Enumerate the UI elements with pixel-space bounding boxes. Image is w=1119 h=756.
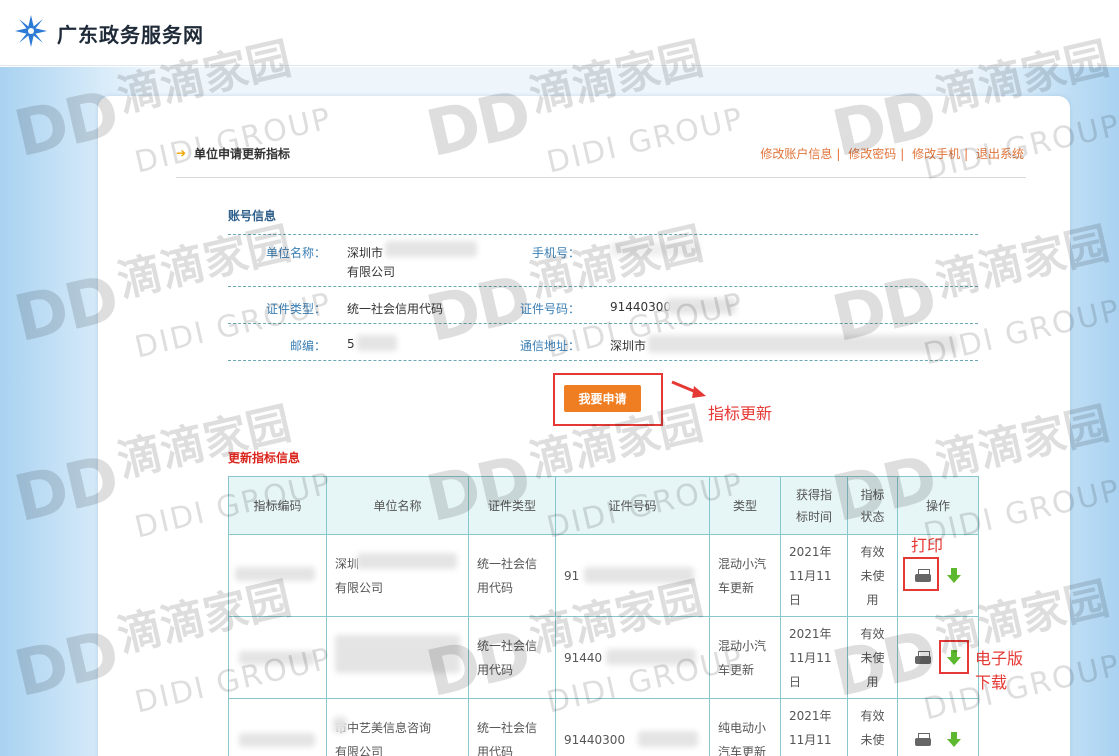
update-table: 指标编码 单位名称 证件类型 证件号码 类型 获得指 标时间 指标 状态 操作 深圳… <box>228 476 979 756</box>
cert-type-cell: 统一社会信 用代码 <box>468 698 556 756</box>
table-row: 深圳 有限公司 统一社会信 用代码 91 混动小汽 车更新 2021年 11月11日 有… <box>228 534 979 617</box>
index-code-cell <box>228 698 327 756</box>
cert-no-cell: 91440 <box>555 616 710 699</box>
type-cell: 纯电动小 汽车更新 <box>709 698 781 756</box>
account-links: 修改账户信息 | 修改密码 | 修改手机 | 退出系统 <box>760 147 1024 161</box>
edit-account-link[interactable]: 修改账户信息 <box>760 147 832 161</box>
cert-type-label: 证件类型： <box>265 302 326 316</box>
change-phone-link[interactable]: 修改手机 <box>912 147 960 161</box>
type-cell: 混动小汽 车更新 <box>709 616 781 699</box>
download-annotation-line1: 电子版 <box>975 649 1024 668</box>
download-icon[interactable] <box>947 567 961 584</box>
logout-link[interactable]: 退出系统 <box>976 147 1024 161</box>
print-icon[interactable] <box>915 732 931 747</box>
print-icon[interactable] <box>915 650 931 665</box>
time-cell: 2021年11月11日 <box>780 616 848 699</box>
unit-name-cell: 深圳 有限公司 <box>326 534 469 617</box>
redacted-cert-no <box>666 298 736 314</box>
account-info-title: 账号信息 <box>228 209 277 223</box>
index-code-cell <box>228 616 327 699</box>
index-code-cell <box>228 534 327 617</box>
unit-name-cell <box>326 616 469 699</box>
cert-no-cell: 91440300 <box>555 698 710 756</box>
divider <box>228 360 978 361</box>
column-header: 证件号码 <box>555 476 710 535</box>
unit-name-cell: 市中艺美信息咨询 有限公司 <box>326 698 469 756</box>
status-cell: 有效未使用 <box>847 534 898 617</box>
annotation-arrow-icon <box>671 380 706 398</box>
table-row: 市中艺美信息咨询 有限公司 统一社会信 用代码 91440300 纯电动小 汽车更新 … <box>228 698 979 756</box>
download-icon[interactable] <box>947 731 961 748</box>
top-bar: 广东政务服务网 <box>0 0 1119 66</box>
column-header: 操作 <box>897 476 979 535</box>
update-info-title: 更新指标信息 <box>228 451 301 465</box>
table-row: 统一社会信 用代码 91440 混动小汽 车更新 2021年 11月11日 有效 未使用 <box>228 616 979 699</box>
column-header: 类型 <box>709 476 781 535</box>
status-cell: 有效未使用 <box>847 698 898 756</box>
address-value: 深圳市 <box>610 339 647 353</box>
apply-annotation: 指标更新 <box>708 404 773 423</box>
cert-type-value: 统一社会信用代码 <box>347 302 444 316</box>
status-cell: 有效未使用 <box>847 616 898 699</box>
redacted-unit-name <box>385 241 477 257</box>
cert-no-cell: 91 <box>555 534 710 617</box>
change-password-link[interactable]: 修改密码 <box>848 147 896 161</box>
postcode-label: 邮编： <box>289 339 326 353</box>
table-header-row: 指标编码 单位名称 证件类型 证件号码 类型 获得指 标时间 指标 状态 操作 <box>228 476 979 535</box>
column-header: 证件类型 <box>468 476 556 535</box>
site-logo-icon <box>15 15 47 47</box>
cert-type-cell: 统一社会信 用代码 <box>468 534 556 617</box>
unit-name-value-line1: 深圳市 <box>347 246 384 260</box>
phone-label: 手机号： <box>531 246 580 260</box>
cert-type-cell: 统一社会信 用代码 <box>468 616 556 699</box>
time-cell: 2021年11月11日 <box>780 698 848 756</box>
print-annotation: 打印 <box>911 536 944 555</box>
cert-no-label: 证件号码： <box>519 302 580 316</box>
apply-button[interactable]: 我要申请 <box>564 385 641 412</box>
site-title: 广东政务服务网 <box>57 23 204 47</box>
print-highlight-box <box>903 557 939 591</box>
column-header: 指标编码 <box>228 476 327 535</box>
cert-no-value: 91440300 <box>610 300 672 314</box>
redacted-phone <box>610 242 700 256</box>
postcode-value: 5 <box>347 337 355 351</box>
time-cell: 2021年11月11日 <box>780 534 848 617</box>
unit-name-value-line2: 有限公司 <box>347 265 396 279</box>
operation-cell <box>897 698 979 756</box>
divider <box>228 323 978 324</box>
column-header: 单位名称 <box>326 476 469 535</box>
address-label: 通信地址： <box>519 339 580 353</box>
divider <box>228 286 978 287</box>
download-annotation-line2: 下载 <box>975 673 1008 692</box>
redacted-postcode <box>357 335 397 351</box>
type-cell: 混动小汽 车更新 <box>709 534 781 617</box>
arrow-right-icon: ➔ <box>176 146 187 160</box>
column-header: 指标 状态 <box>847 476 898 535</box>
column-header: 获得指 标时间 <box>780 476 848 535</box>
redacted-address <box>648 335 958 353</box>
download-highlight-box <box>939 640 969 674</box>
divider <box>228 234 978 235</box>
unit-name-label: 单位名称： <box>265 246 326 260</box>
section-title: 单位申请更新指标 <box>194 147 291 161</box>
section-header: ➔ 单位申请更新指标 修改账户信息 | 修改密码 | 修改手机 | 退出系统 <box>176 140 1026 178</box>
